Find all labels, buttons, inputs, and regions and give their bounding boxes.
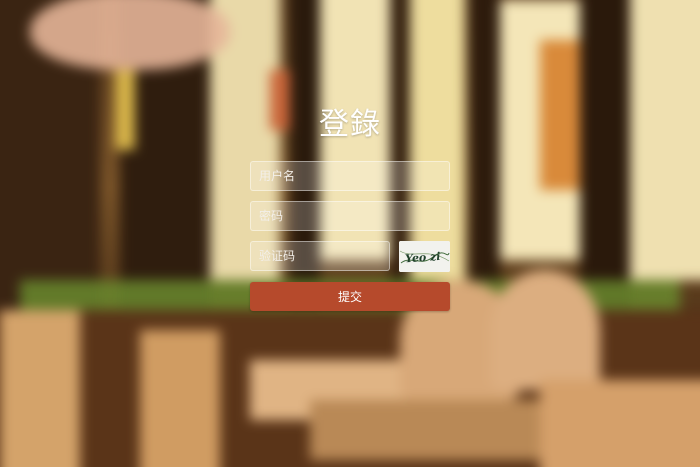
login-title: 登錄 [319,107,381,142]
submit-button[interactable]: 提交 [250,282,450,311]
captcha-input[interactable] [250,241,390,271]
restaurant-background [0,0,700,467]
captcha-text: Yeo zi [405,250,441,265]
password-input[interactable] [250,201,450,231]
username-input[interactable] [250,161,450,191]
captcha-image[interactable]: Yeo zi [399,241,450,272]
